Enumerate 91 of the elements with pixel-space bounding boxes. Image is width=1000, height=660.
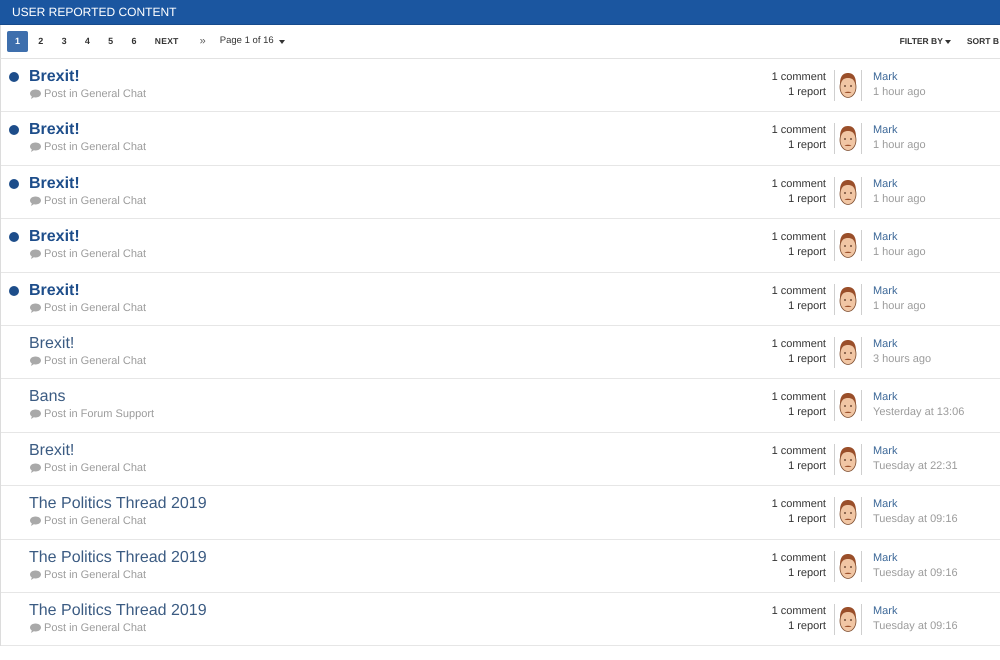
speech-bubble-icon: [30, 142, 41, 152]
comment-count: 1 comment: [772, 230, 826, 246]
report-count: 1 report: [788, 85, 826, 100]
item-category: Post in General Chat: [44, 247, 146, 262]
report-time: Tuesday at 09:16: [873, 512, 958, 528]
item-category: Post in General Chat: [44, 568, 146, 582]
page-button[interactable]: 1: [7, 31, 28, 52]
comment-count: 1 comment: [772, 497, 826, 512]
item-title[interactable]: Brexit!: [29, 440, 74, 461]
report-time: Yesterday at 13:06: [873, 405, 964, 420]
item-category: Post in General Chat: [44, 354, 146, 368]
report-time: 1 hour ago: [873, 298, 926, 314]
item-title[interactable]: The Politics Thread 2019: [29, 494, 207, 514]
report-time: Tuesday at 09:16: [873, 618, 958, 634]
speech-bubble-icon: [30, 516, 41, 526]
comment-count: 1 comment: [772, 70, 826, 85]
comment-count: 1 comment: [772, 336, 826, 352]
author-link[interactable]: Mark: [873, 284, 898, 299]
item-category: Post in General Chat: [44, 514, 146, 528]
author-link[interactable]: Mark: [873, 336, 898, 352]
report-time: 1 hour ago: [873, 245, 926, 260]
author-link[interactable]: Mark: [873, 123, 898, 138]
author-link[interactable]: Mark: [873, 230, 898, 246]
report-count: 1 report: [788, 618, 826, 634]
comment-count: 1 comment: [772, 284, 826, 299]
speech-bubble-icon: [30, 89, 41, 99]
comment-count: 1 comment: [772, 604, 826, 619]
sort-menu[interactable]: SORT B: [966, 31, 999, 52]
report-time: 1 hour ago: [873, 85, 926, 100]
speech-bubble-icon: [30, 570, 41, 580]
report-count: 1 report: [788, 512, 826, 528]
author-link[interactable]: Mark: [873, 444, 898, 459]
comment-count: 1 comment: [772, 444, 826, 459]
speech-bubble-icon: [30, 622, 41, 633]
caret-icon: [944, 40, 951, 44]
item-category: Post in General Chat: [44, 140, 146, 154]
report-time: Tuesday at 22:31: [873, 458, 958, 474]
report-time: 1 hour ago: [873, 192, 926, 207]
page-button[interactable]: 6: [123, 31, 144, 52]
report-count: 1 report: [788, 405, 826, 420]
next-button[interactable]: NEXT: [148, 31, 186, 52]
report-time: Tuesday at 09:16: [873, 566, 958, 581]
page-button[interactable]: 4: [76, 31, 98, 52]
page-button[interactable]: 2: [30, 31, 52, 52]
report-count: 1 report: [788, 138, 826, 154]
page-button[interactable]: 3: [54, 31, 75, 52]
comment-count: 1 comment: [772, 390, 826, 406]
item-category: Post in General Chat: [44, 300, 146, 315]
item-title[interactable]: Brexit!: [29, 174, 80, 194]
item-title[interactable]: Bans: [29, 387, 66, 408]
item-title[interactable]: Brexit!: [29, 334, 74, 354]
item-title[interactable]: The Politics Thread 2019: [29, 548, 207, 568]
item-title[interactable]: The Politics Thread 2019: [29, 600, 207, 621]
caret-icon: [278, 40, 285, 44]
item-category: Post in General Chat: [44, 87, 146, 101]
author-link[interactable]: Mark: [873, 390, 898, 406]
item-category: Post in General Chat: [44, 460, 146, 475]
speech-bubble-icon: [30, 249, 41, 260]
report-time: 1 hour ago: [873, 138, 926, 154]
author-link[interactable]: Mark: [873, 70, 898, 85]
item-title[interactable]: Brexit!: [29, 280, 80, 301]
filter-menu[interactable]: FILTER BY: [900, 31, 951, 52]
item-title[interactable]: Brexit!: [29, 120, 80, 140]
comment-count: 1 comment: [772, 550, 826, 566]
report-count: 1 report: [788, 245, 826, 260]
comment-count: 1 comment: [772, 123, 826, 138]
speech-bubble-icon: [30, 196, 41, 206]
page-menu[interactable]: Page 1 of 16: [220, 31, 285, 52]
report-count: 1 report: [788, 458, 826, 474]
item-title[interactable]: Brexit!: [29, 67, 80, 87]
speech-bubble-icon: [30, 462, 41, 473]
report-count: 1 report: [788, 298, 826, 314]
section-title: USER REPORTED CONTENT: [12, 6, 176, 18]
author-link[interactable]: Mark: [873, 604, 898, 619]
page-button[interactable]: 5: [100, 31, 122, 52]
author-link[interactable]: Mark: [873, 497, 898, 512]
item-category: Post in Forum Support: [44, 407, 154, 422]
item-category: Post in General Chat: [44, 194, 146, 208]
item-category: Post in General Chat: [44, 620, 146, 635]
author-link[interactable]: Mark: [873, 550, 898, 566]
speech-bubble-icon: [30, 356, 41, 366]
comment-count: 1 comment: [772, 176, 826, 192]
report-count: 1 report: [788, 192, 826, 207]
last-page-button[interactable]: »: [196, 31, 210, 52]
item-title[interactable]: Brexit!: [29, 227, 80, 248]
speech-bubble-icon: [30, 409, 41, 420]
report-time: 3 hours ago: [873, 352, 932, 367]
author-link[interactable]: Mark: [873, 176, 898, 192]
speech-bubble-icon: [30, 302, 41, 313]
report-count: 1 report: [788, 352, 826, 367]
report-count: 1 report: [788, 566, 826, 581]
